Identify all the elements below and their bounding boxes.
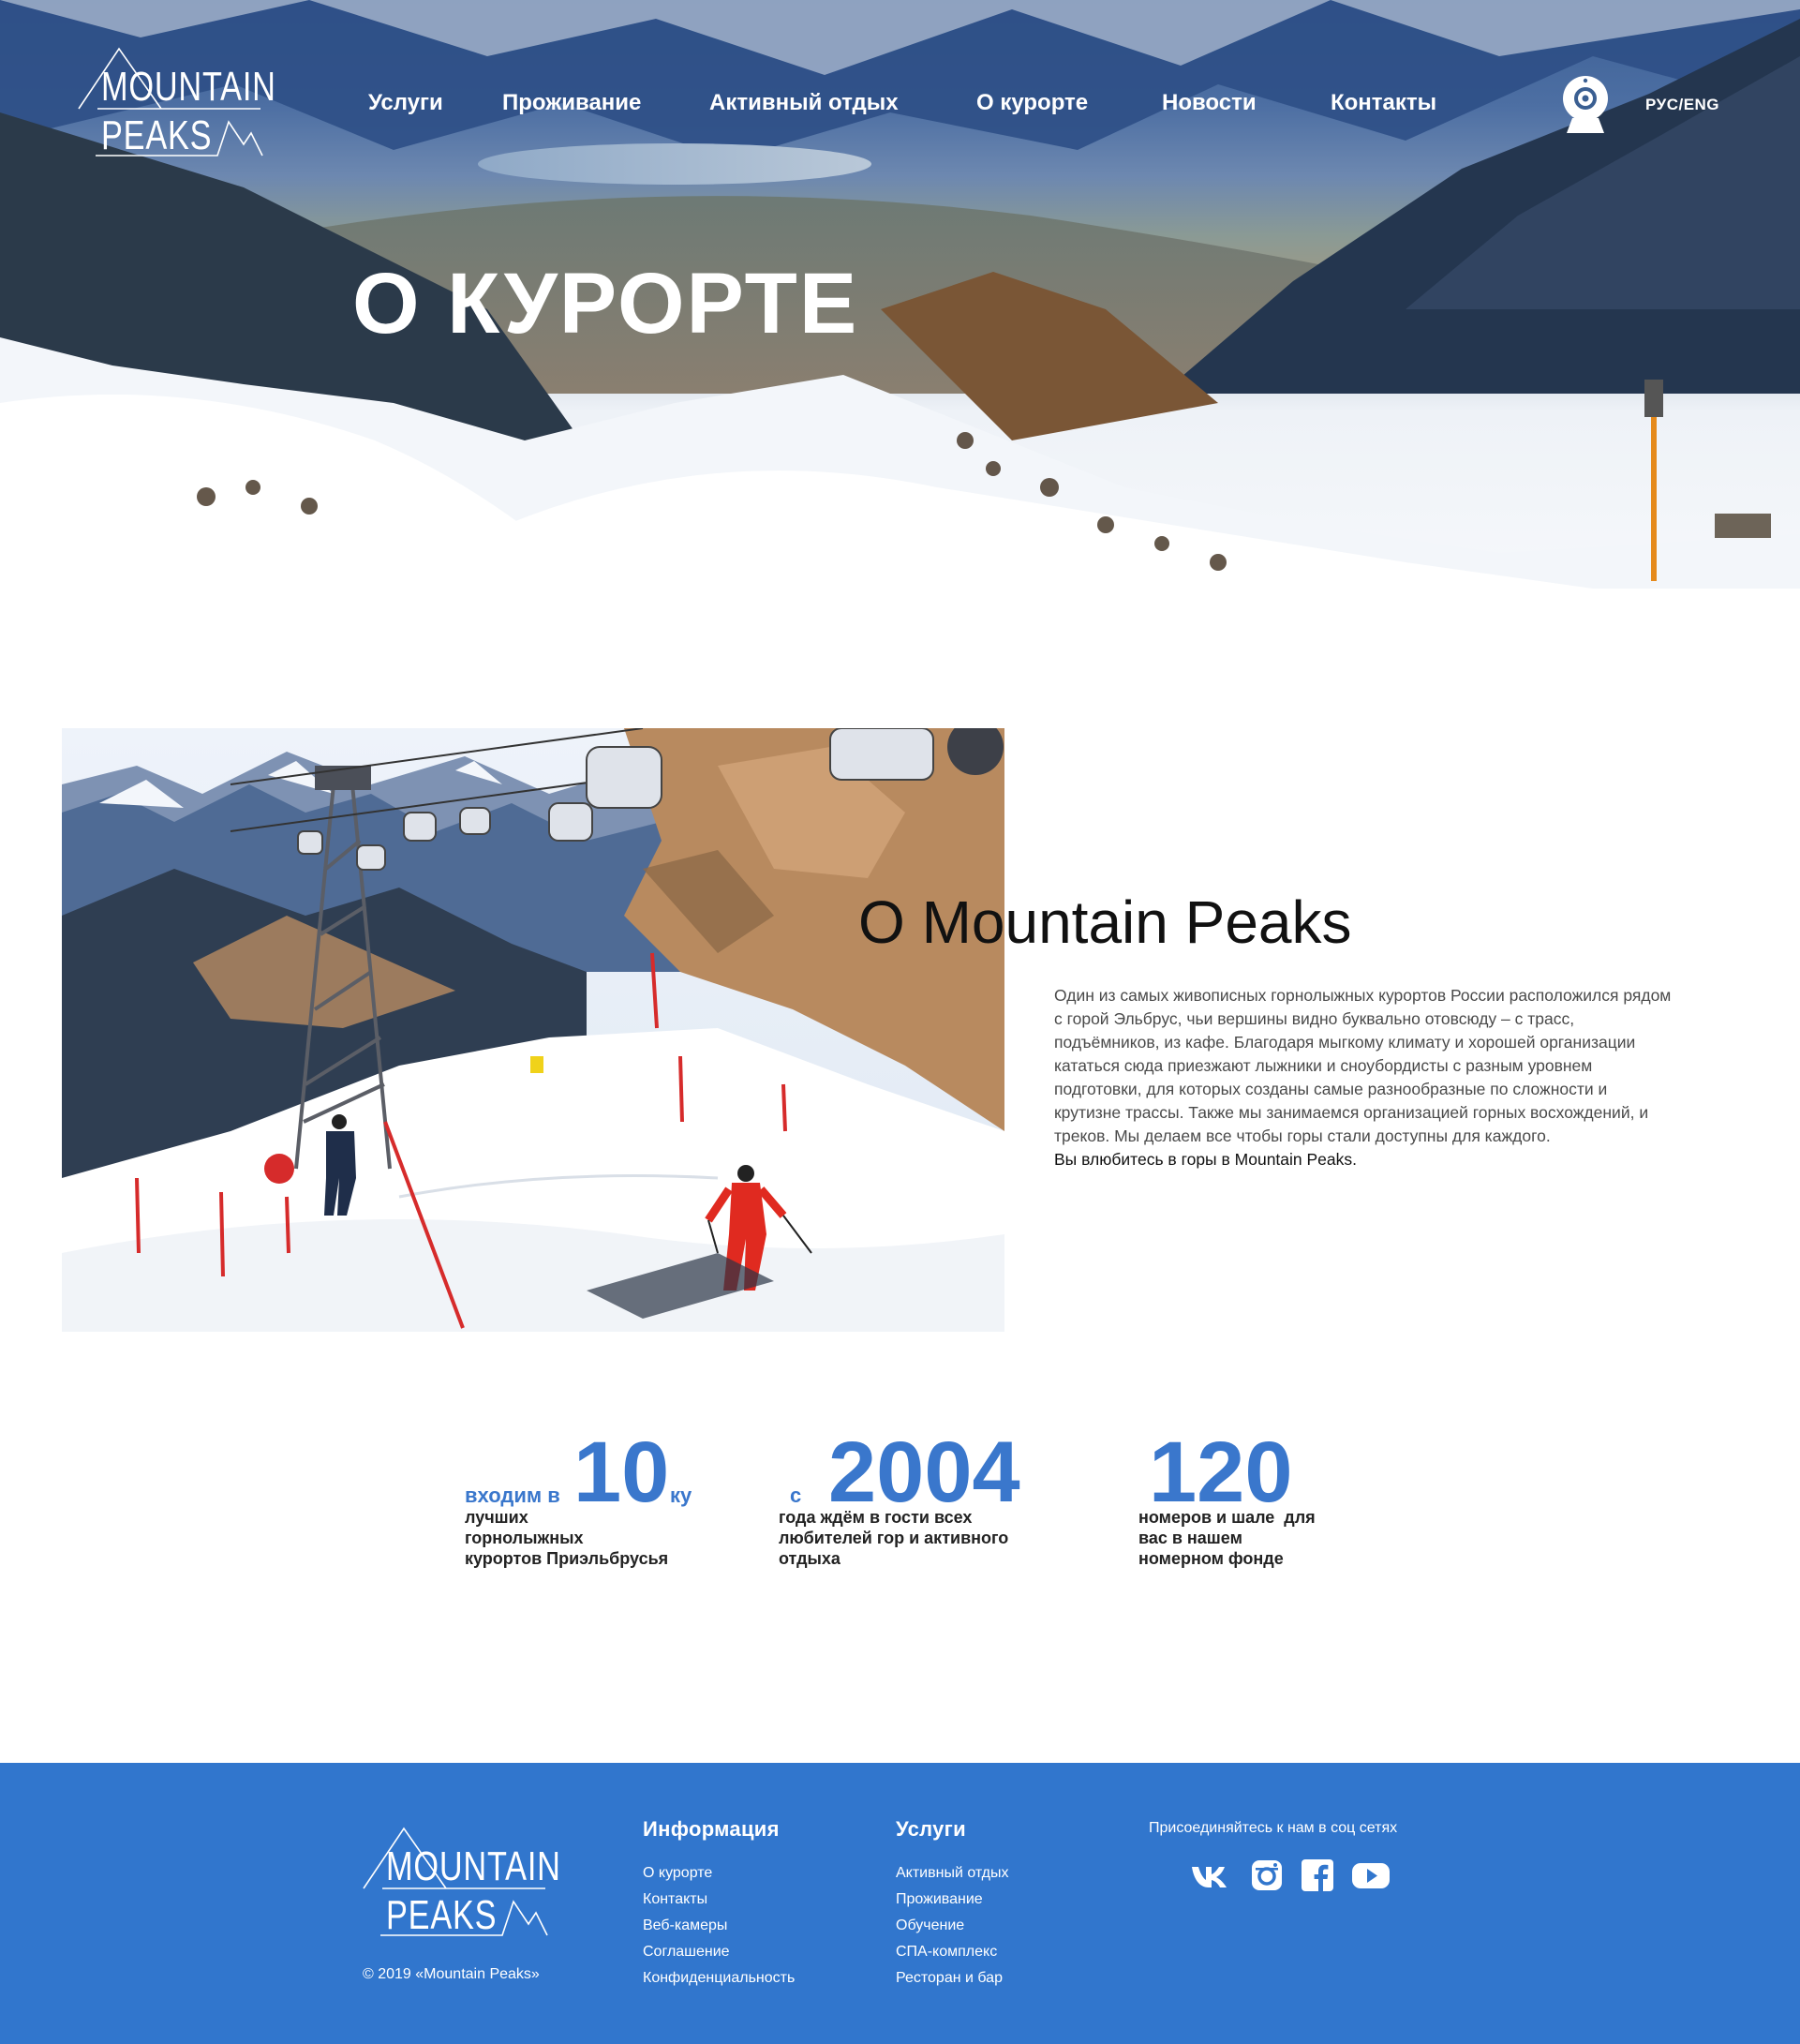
page-title: О КУРОРТЕ (352, 256, 859, 351)
footer-info-title: Информация (643, 1817, 780, 1841)
footer-link-about[interactable]: О курорте (643, 1860, 795, 1887)
facebook-icon[interactable] (1301, 1858, 1342, 1892)
stat-description: номеров и шале для вас в нашем номерном … (1138, 1508, 1316, 1568)
webcam-icon[interactable] (1561, 75, 1610, 135)
footer-link-spa[interactable]: СПА-комплекс (896, 1939, 1009, 1965)
stat-value: 2004 (828, 1425, 1020, 1520)
logo-line-1: MOUNTAIN (386, 1843, 561, 1889)
about-tagline: Вы влюбитесь в горы в Mountain Peaks. (1054, 1150, 1357, 1169)
nav-item-contacts[interactable]: Контакты (1331, 90, 1436, 116)
footer-services-title: Услуги (896, 1817, 966, 1841)
stat-description: года ждём в гости всех любителей гор и а… (779, 1508, 1009, 1568)
copyright: © 2019 «Mountain Peaks» (363, 1966, 540, 1982)
footer-services-column: Услуги Активный отдых Проживание Обучени… (896, 1817, 1009, 1992)
footer-link-activities[interactable]: Активный отдых (896, 1860, 1009, 1887)
footer-link-agreement[interactable]: Соглашение (643, 1939, 795, 1965)
nav-item-about[interactable]: О курорте (976, 90, 1088, 116)
nav-item-services[interactable]: Услуги (368, 90, 443, 116)
footer-link-restaurant[interactable]: Ресторан и бар (896, 1965, 1009, 1992)
footer-logo[interactable]: MOUNTAIN PEAKS (362, 1827, 560, 1939)
language-switch[interactable]: РУС/ENG (1645, 96, 1719, 114)
about-heading: О Mountain Peaks (858, 888, 1352, 956)
main-nav: Услуги Проживание Активный отдых О курор… (0, 90, 1800, 118)
footer-link-training[interactable]: Обучение (896, 1913, 1009, 1939)
logo-line-2: PEAKS (386, 1892, 498, 1938)
social-title: Присоединяйтесь к нам в соц сетях (1149, 1820, 1398, 1836)
stat-prefix: входим в (465, 1484, 560, 1507)
stat-rooms-120: 120 номеров и шале для вас в нашем номер… (1138, 1429, 1420, 1579)
ski-slope-photo (62, 728, 1004, 1332)
vk-icon[interactable] (1190, 1858, 1231, 1892)
nav-item-accommodation[interactable]: Проживание (502, 90, 641, 116)
footer-link-webcams[interactable]: Веб-камеры (643, 1913, 795, 1939)
footer-link-contacts[interactable]: Контакты (643, 1887, 795, 1913)
nav-item-activities[interactable]: Активный отдых (709, 90, 899, 116)
logo-line-2: PEAKS (101, 112, 213, 158)
stat-since-2004: с 2004 года ждём в гости всех любителей … (779, 1429, 1116, 1579)
footer-link-accommodation[interactable]: Проживание (896, 1887, 1009, 1913)
about-description: Один из самых живописных горнолыжных кур… (1054, 984, 1673, 1171)
stat-top10: входим в 10 ку лучших горнолыжных курорт… (465, 1429, 746, 1579)
about-paragraph: Один из самых живописных горнолыжных кур… (1054, 986, 1672, 1145)
nav-item-news[interactable]: Новости (1162, 90, 1257, 116)
stat-value: 120 (1149, 1425, 1293, 1520)
footer-info-column: Информация О курорте Контакты Веб-камеры… (643, 1817, 795, 1992)
footer: MOUNTAIN PEAKS © 2019 «Mountain Peaks» И… (0, 1763, 1800, 2044)
footer-link-privacy[interactable]: Конфиденциальность (643, 1965, 795, 1992)
stat-suffix: ку (670, 1484, 692, 1507)
stat-prefix: с (790, 1484, 802, 1507)
stat-value: 10 (573, 1425, 670, 1520)
instagram-icon[interactable] (1250, 1858, 1291, 1892)
stat-description: лучших горнолыжных курортов Приэльбрусья (465, 1508, 669, 1568)
youtube-icon[interactable] (1351, 1858, 1392, 1892)
hero-banner: MOUNTAIN PEAKS Услуги Проживание Активны… (0, 0, 1800, 589)
